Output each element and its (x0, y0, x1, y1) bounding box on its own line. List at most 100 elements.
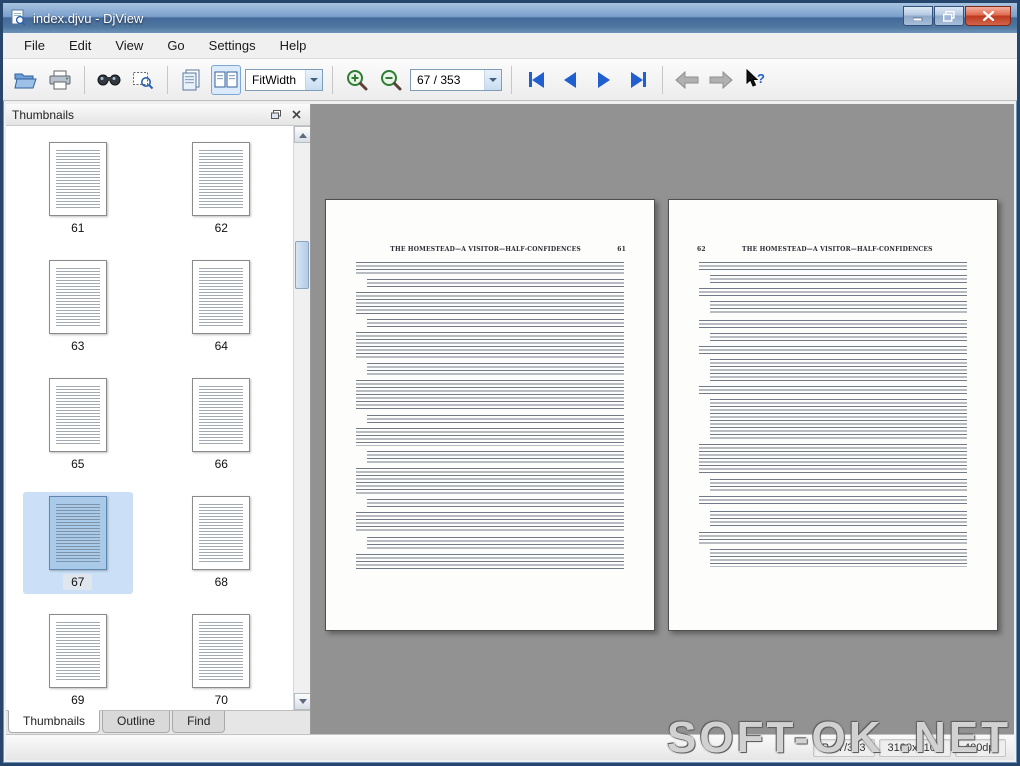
toolbar: FitWidth 67 / 353 (3, 59, 1017, 101)
menu-file[interactable]: File (13, 35, 56, 56)
tab-find[interactable]: Find (172, 711, 225, 733)
thumbnails-panel: Thumbnails (6, 104, 311, 734)
header-page-number: 62 (697, 246, 706, 253)
thumbnail-image (192, 378, 250, 452)
app-icon (9, 9, 27, 27)
thumbnail-label: 67 (63, 574, 92, 590)
thumbnail-page-62[interactable]: 62 (166, 138, 276, 240)
thumbnail-page-61[interactable]: 61 (23, 138, 133, 240)
document-page-left[interactable]: THE HOMESTEAD—A VISITOR—HALF-CONFIDENCES… (325, 199, 655, 631)
select-area-button[interactable] (128, 65, 158, 95)
thumbnail-label: 68 (207, 574, 236, 590)
menubar: File Edit View Go Settings Help (3, 33, 1017, 59)
chevron-down-icon[interactable] (305, 70, 322, 90)
zoom-out-button[interactable] (376, 65, 406, 95)
thumbnail-label: 66 (207, 456, 236, 472)
next-page-button[interactable] (589, 65, 619, 95)
thumbnail-page-69[interactable]: 69 (23, 610, 133, 710)
toolbar-separator (511, 66, 512, 94)
print-button[interactable] (45, 65, 75, 95)
djview-window: index.djvu - DjView File Edit View Go Se (0, 0, 1020, 766)
thumbnail-image (192, 614, 250, 688)
thumbnail-image (49, 496, 107, 570)
thumbnail-page-67-selected[interactable]: 67 (23, 492, 133, 594)
document-page-right[interactable]: 62 THE HOMESTEAD—A VISITOR—HALF-CONFIDEN… (668, 199, 998, 631)
maximize-button[interactable] (934, 6, 964, 26)
tab-outline[interactable]: Outline (102, 711, 170, 733)
window-title: index.djvu - DjView (33, 11, 143, 26)
menu-view[interactable]: View (104, 35, 154, 56)
open-button[interactable] (11, 65, 41, 95)
thumbnail-page-63[interactable]: 63 (23, 256, 133, 358)
last-page-button[interactable] (623, 65, 653, 95)
toolbar-separator (84, 66, 85, 94)
panel-title: Thumbnails (12, 108, 74, 122)
first-page-button[interactable] (521, 65, 551, 95)
thumbnail-image (49, 614, 107, 688)
thumbnail-label: 69 (63, 692, 92, 708)
thumbnail-label: 63 (63, 338, 92, 354)
thumbnail-list: 61 62 63 64 (6, 126, 310, 710)
thumbnails-scrollbar[interactable] (293, 126, 310, 710)
thumbnail-label: 70 (207, 692, 236, 708)
layout-single-page-button[interactable] (177, 65, 207, 95)
thumbnail-image (49, 378, 107, 452)
statusbar: P 67/353 3100x4100 400dpi (6, 734, 1014, 760)
thumbnail-image (49, 260, 107, 334)
zoom-mode-value: FitWidth (252, 73, 296, 87)
content-area: Thumbnails (6, 104, 1014, 734)
thumbnail-page-66[interactable]: 66 (166, 374, 276, 476)
thumbnail-label: 62 (207, 220, 236, 236)
scroll-down-icon[interactable] (294, 693, 310, 710)
thumbnail-image (192, 260, 250, 334)
header-title: THE HOMESTEAD—A VISITOR—HALF-CONFIDENCES (706, 246, 969, 253)
thumbnail-image (192, 496, 250, 570)
thumbnail-label: 61 (63, 220, 92, 236)
close-panel-icon[interactable] (288, 107, 304, 122)
running-header: 62 THE HOMESTEAD—A VISITOR—HALF-CONFIDEN… (697, 246, 969, 253)
whats-this-help-button[interactable]: ? (740, 65, 770, 95)
menu-go[interactable]: Go (156, 35, 195, 56)
status-page-indicator: P 67/353 (813, 739, 875, 757)
thumbnail-image (192, 142, 250, 216)
running-header: THE HOMESTEAD—A VISITOR—HALF-CONFIDENCES… (354, 246, 626, 253)
thumbnail-label: 65 (63, 456, 92, 472)
page-number-value: 67 / 353 (417, 73, 460, 87)
toolbar-separator (332, 66, 333, 94)
thumbnail-page-70[interactable]: 70 (166, 610, 276, 710)
panel-header: Thumbnails (6, 104, 310, 126)
svg-text:?: ? (757, 71, 765, 86)
page-number-combo[interactable]: 67 / 353 (410, 69, 502, 91)
previous-page-button[interactable] (555, 65, 585, 95)
find-button[interactable] (94, 65, 124, 95)
zoom-mode-select[interactable]: FitWidth (245, 69, 323, 91)
menu-edit[interactable]: Edit (58, 35, 102, 56)
layout-side-by-side-button[interactable] (211, 65, 241, 95)
thumbnail-page-68[interactable]: 68 (166, 492, 276, 594)
menu-settings[interactable]: Settings (198, 35, 267, 56)
thumbnail-label: 64 (207, 338, 236, 354)
tab-thumbnails[interactable]: Thumbnails (8, 710, 100, 733)
scroll-up-icon[interactable] (294, 126, 310, 143)
toolbar-separator (662, 66, 663, 94)
document-viewer[interactable]: THE HOMESTEAD—A VISITOR—HALF-CONFIDENCES… (311, 104, 1014, 734)
page-text (356, 262, 624, 596)
page-text (699, 262, 967, 596)
thumbnail-image (49, 142, 107, 216)
toolbar-separator (167, 66, 168, 94)
scrollbar-thumb[interactable] (295, 241, 309, 289)
header-title: THE HOMESTEAD—A VISITOR—HALF-CONFIDENCES (354, 246, 617, 253)
undock-panel-icon[interactable] (268, 107, 284, 122)
sidebar-tabs: Thumbnails Outline Find (6, 710, 310, 734)
forward-button[interactable] (706, 65, 736, 95)
back-button[interactable] (672, 65, 702, 95)
zoom-in-button[interactable] (342, 65, 372, 95)
thumbnail-page-64[interactable]: 64 (166, 256, 276, 358)
thumbnail-page-65[interactable]: 65 (23, 374, 133, 476)
close-button[interactable] (965, 6, 1011, 26)
titlebar[interactable]: index.djvu - DjView (3, 3, 1017, 33)
chevron-down-icon[interactable] (484, 70, 501, 90)
minimize-button[interactable] (903, 6, 933, 26)
header-page-number: 61 (617, 246, 626, 253)
menu-help[interactable]: Help (269, 35, 318, 56)
